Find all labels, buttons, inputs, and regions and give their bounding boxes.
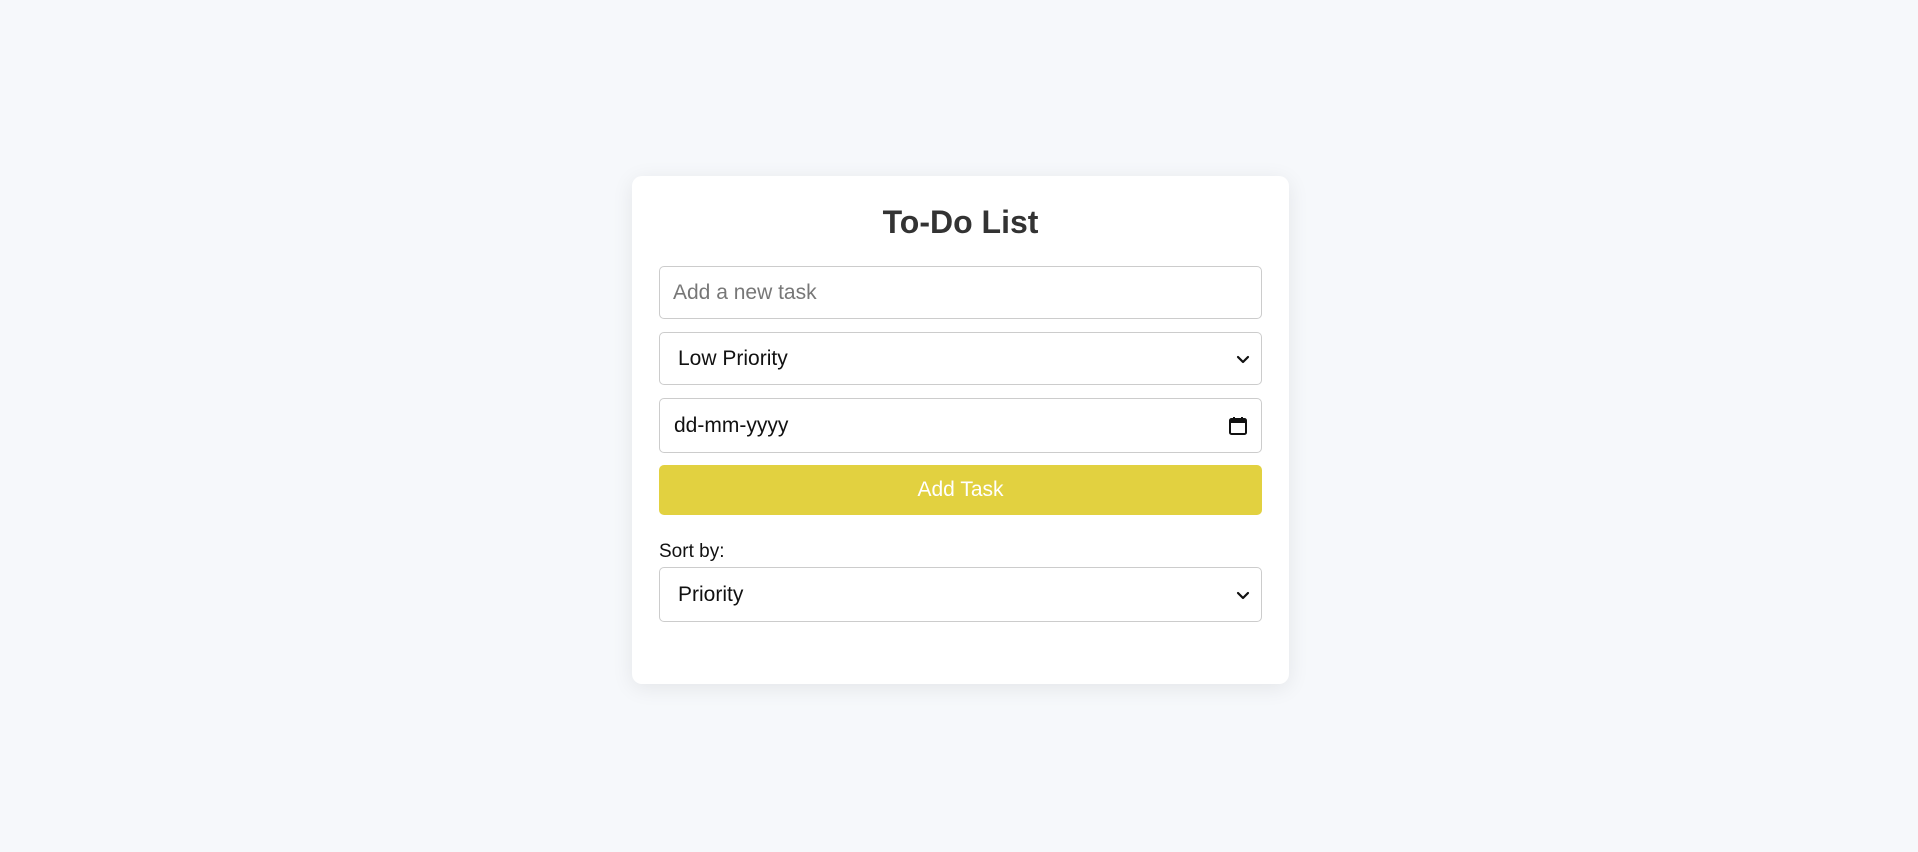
sort-label: Sort by:: [659, 541, 725, 562]
task-input-wrapper: [659, 266, 1262, 319]
priority-select[interactable]: Low Priority: [659, 332, 1262, 385]
page-title: To-Do List: [882, 204, 1039, 240]
chevron-down-icon: [1236, 355, 1250, 363]
due-date-input[interactable]: dd-mm-yyyy: [659, 398, 1262, 453]
sort-select[interactable]: Priority: [659, 567, 1262, 622]
calendar-icon[interactable]: [1227, 415, 1249, 437]
todo-card: To-Do List Low Priority dd-mm-yyyy Add T…: [632, 176, 1289, 684]
chevron-down-icon: [1236, 591, 1250, 599]
task-input[interactable]: [660, 267, 1261, 318]
sort-select-value: Priority: [678, 582, 744, 606]
due-date-value: dd-mm-yyyy: [674, 413, 789, 437]
add-task-button[interactable]: Add Task: [659, 465, 1262, 515]
priority-select-value: Low Priority: [678, 346, 788, 370]
